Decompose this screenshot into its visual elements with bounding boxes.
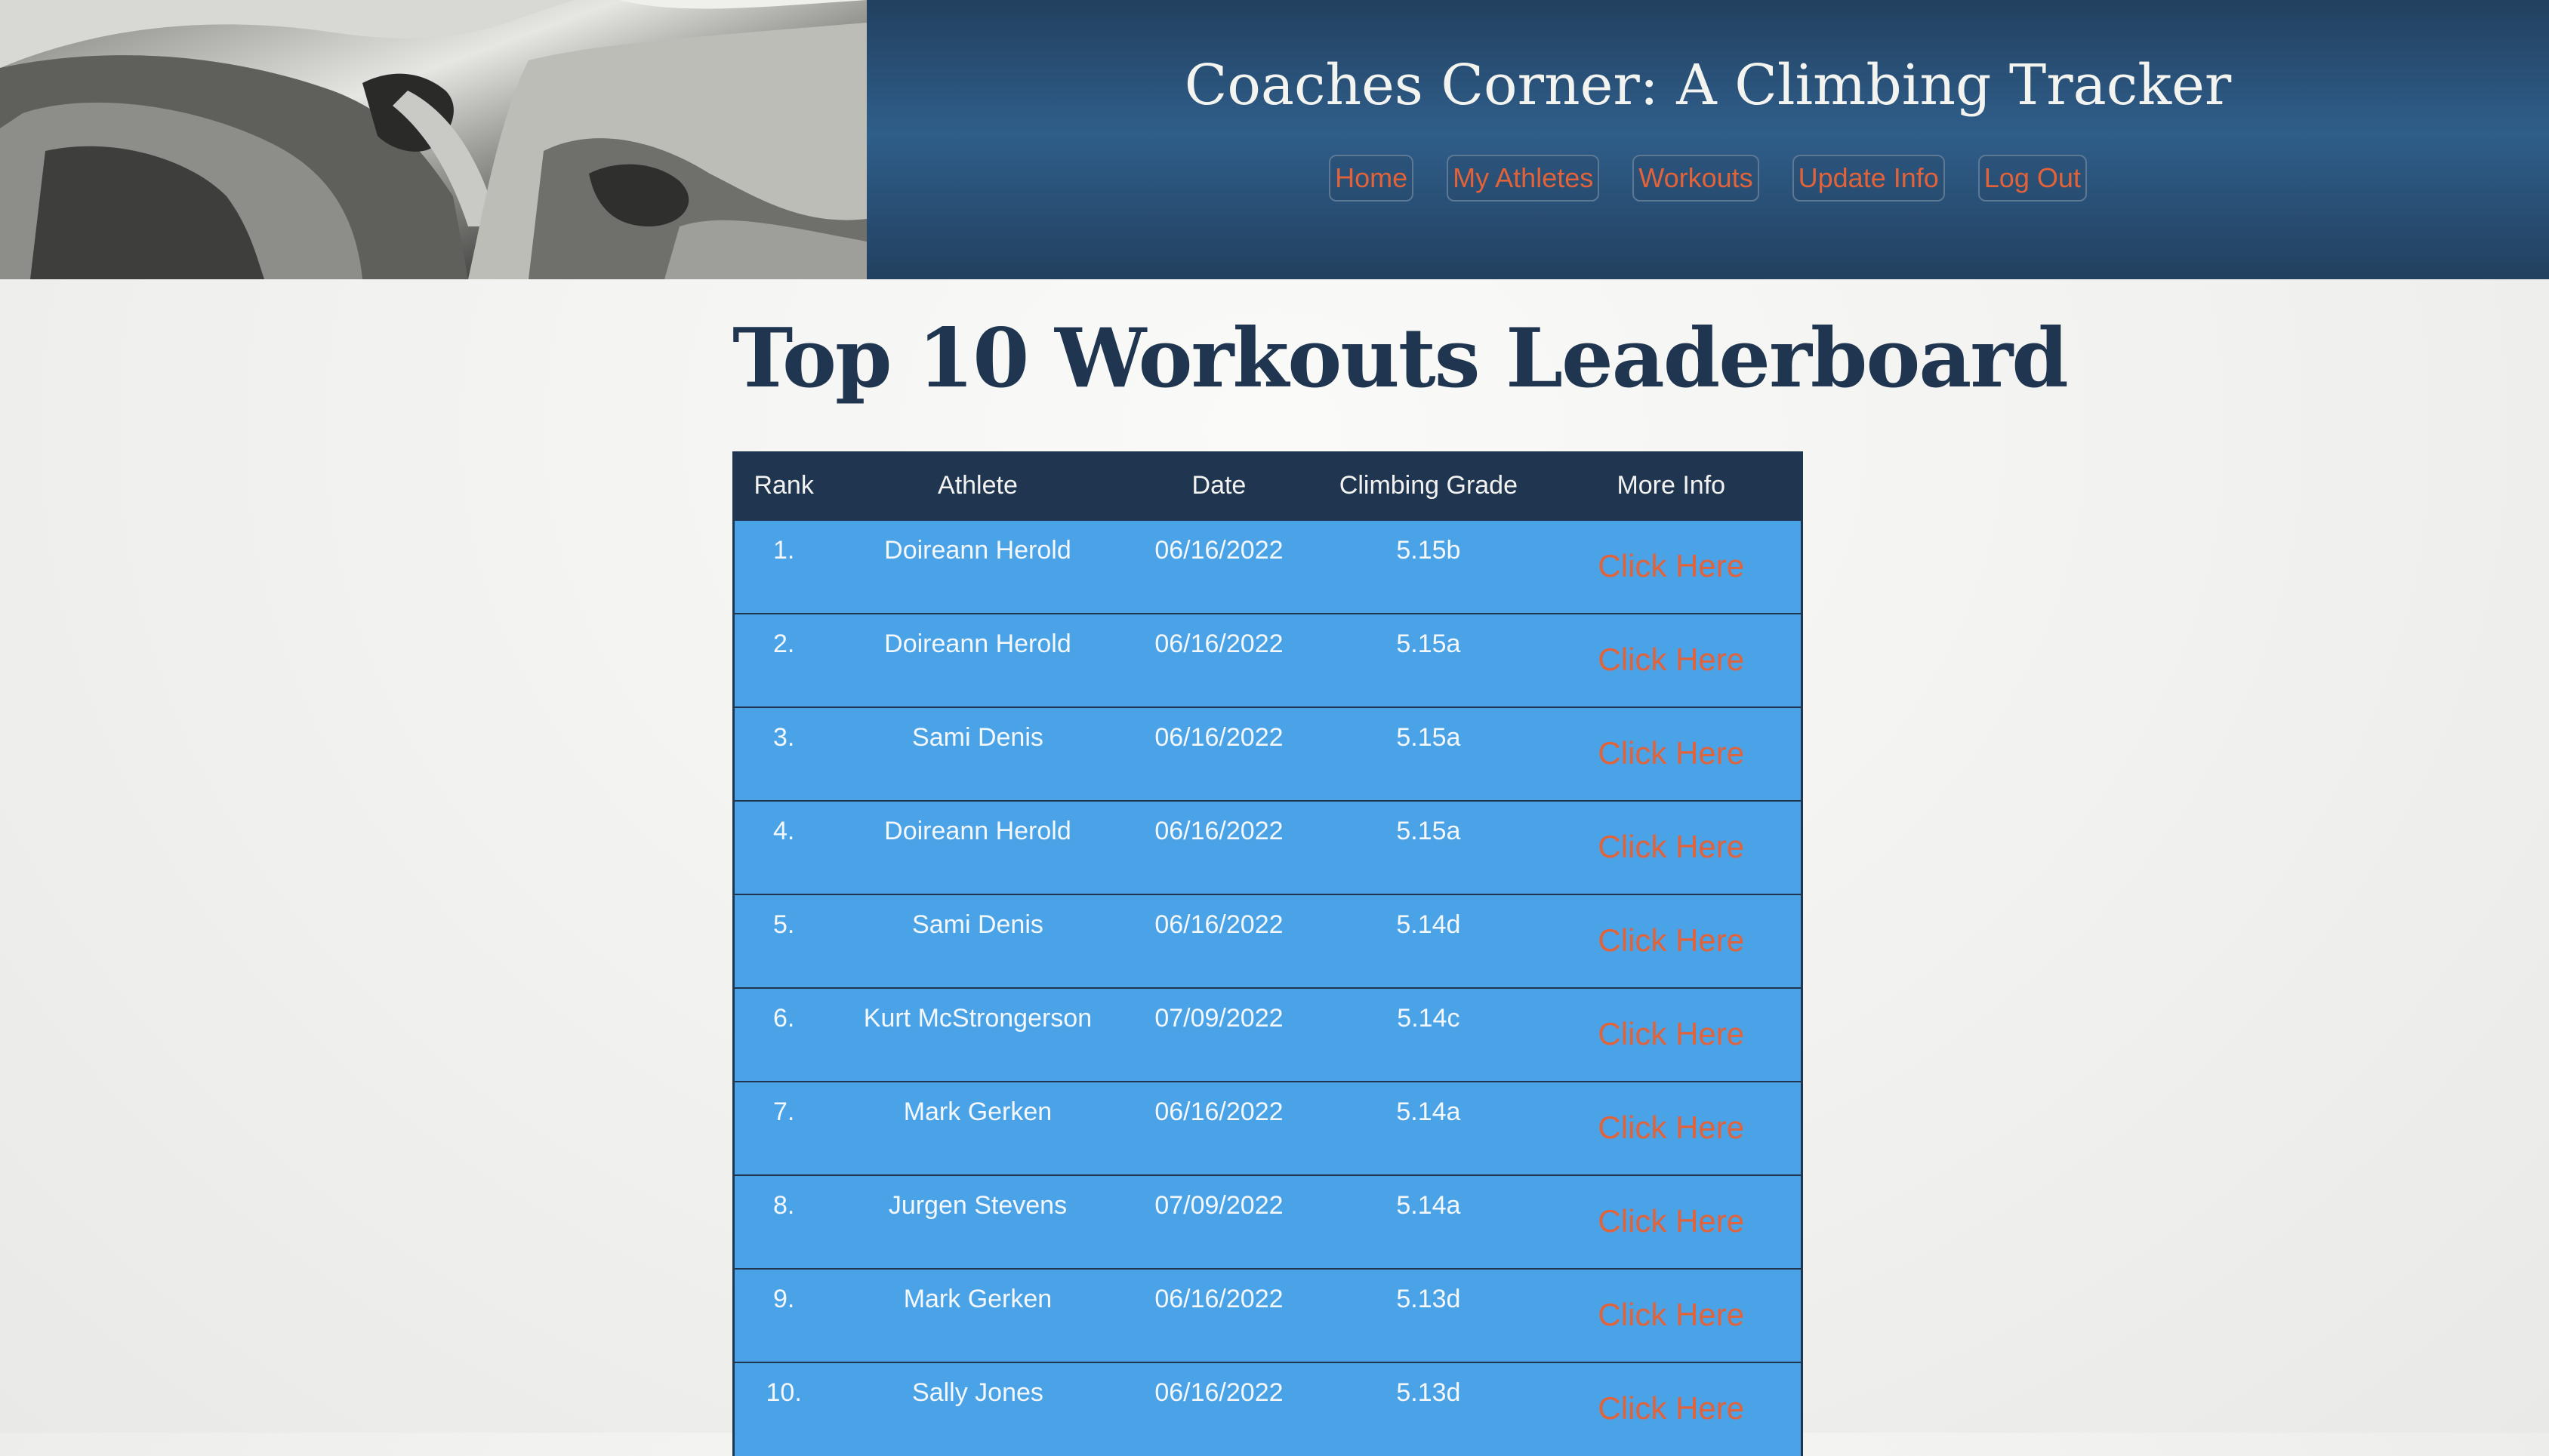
table-row: 1. Doireann Herold 06/16/2022 5.15b Click He…	[733, 519, 1802, 614]
leaderboard-table: Rank Athlete Date Climbing Grade More In…	[732, 451, 1803, 1456]
leaderboard-body: 1. Doireann Herold 06/16/2022 5.15b Click He…	[733, 519, 1802, 1456]
climbing-grade-cell: 5.15a	[1315, 613, 1542, 707]
date-cell: 07/09/2022	[1122, 1174, 1316, 1269]
date-cell: 06/16/2022	[1122, 1268, 1316, 1362]
more-info-cell: Click Here	[1541, 1081, 1802, 1175]
click-here-link[interactable]: Click Here	[1598, 1110, 1744, 1145]
more-info-cell: Click Here	[1541, 1362, 1802, 1456]
more-info-cell: Click Here	[1541, 706, 1802, 801]
click-here-link[interactable]: Click Here	[1598, 1016, 1744, 1051]
click-here-link[interactable]: Click Here	[1598, 735, 1744, 771]
climbing-grade-cell: 5.15a	[1315, 706, 1542, 801]
athlete-cell: Kurt McStrongerson	[833, 987, 1123, 1082]
climbing-grade-cell: 5.15a	[1315, 800, 1542, 894]
table-row: 4. Doireann Herold 06/16/2022 5.15a Click He…	[733, 800, 1802, 894]
date-cell: 06/16/2022	[1122, 894, 1316, 988]
table-row: 2. Doireann Herold 06/16/2022 5.15a Click He…	[733, 613, 1802, 707]
climber-photo-illustration	[0, 0, 867, 279]
table-row: 5. Sami Denis 06/16/2022 5.14d Click Here	[733, 894, 1802, 988]
click-here-link[interactable]: Click Here	[1598, 1390, 1744, 1426]
rank-cell: 10.	[733, 1362, 834, 1456]
rank-cell: 5.	[733, 894, 834, 988]
climbing-grade-cell: 5.14d	[1315, 894, 1542, 988]
climbing-grade-cell: 5.15b	[1315, 519, 1542, 614]
athlete-cell: Mark Gerken	[833, 1081, 1123, 1175]
athlete-cell: Jurgen Stevens	[833, 1174, 1123, 1269]
click-here-link[interactable]: Click Here	[1598, 922, 1744, 958]
more-info-cell: Click Here	[1541, 1268, 1802, 1362]
athlete-cell: Mark Gerken	[833, 1268, 1123, 1362]
rank-cell: 8.	[733, 1174, 834, 1269]
table-row: 7. Mark Gerken 06/16/2022 5.14a Click Here	[733, 1081, 1802, 1175]
rank-cell: 4.	[733, 800, 834, 894]
table-row: 3. Sami Denis 06/16/2022 5.15a Click Here	[733, 706, 1802, 801]
click-here-link[interactable]: Click Here	[1598, 829, 1744, 864]
rank-cell: 3.	[733, 706, 834, 801]
more-info-cell: Click Here	[1541, 987, 1802, 1082]
athlete-cell: Sami Denis	[833, 894, 1123, 988]
table-header-row: Rank Athlete Date Climbing Grade More In…	[733, 451, 1802, 520]
nav-my-athletes-button[interactable]: My Athletes	[1447, 155, 1600, 202]
site-title: Coaches Corner: A Climbing Tracker	[1184, 53, 2232, 118]
athlete-cell: Sally Jones	[833, 1362, 1123, 1456]
date-cell: 06/16/2022	[1122, 1362, 1316, 1456]
table-row: 8. Jurgen Stevens 07/09/2022 5.14a Click Her…	[733, 1174, 1802, 1269]
click-here-link[interactable]: Click Here	[1598, 1297, 1744, 1332]
nav-home-button[interactable]: Home	[1329, 155, 1414, 202]
main-nav: Home My Athletes Workouts Update Info Lo…	[867, 155, 2549, 202]
click-here-link[interactable]: Click Here	[1598, 1203, 1744, 1239]
column-header-climbing-grade: Climbing Grade	[1315, 451, 1542, 520]
climbing-grade-cell: 5.14a	[1315, 1174, 1542, 1269]
click-here-link[interactable]: Click Here	[1598, 548, 1744, 583]
rank-cell: 6.	[733, 987, 834, 1082]
hero-image	[0, 0, 867, 279]
more-info-cell: Click Here	[1541, 894, 1802, 988]
climbing-grade-cell: 5.13d	[1315, 1268, 1542, 1362]
climbing-grade-cell: 5.13d	[1315, 1362, 1542, 1456]
athlete-cell: Doireann Herold	[833, 613, 1123, 707]
date-cell: 06/16/2022	[1122, 706, 1316, 801]
table-row: 6. Kurt McStrongerson 07/09/2022 5.14c Click…	[733, 987, 1802, 1082]
more-info-cell: Click Here	[1541, 800, 1802, 894]
nav-log-out-button[interactable]: Log Out	[1977, 155, 2087, 202]
table-row: 10. Sally Jones 06/16/2022 5.13d Click Here	[733, 1362, 1802, 1456]
column-header-more-info: More Info	[1541, 451, 1802, 520]
nav-update-info-button[interactable]: Update Info	[1792, 155, 1945, 202]
date-cell: 06/16/2022	[1122, 1081, 1316, 1175]
rank-cell: 1.	[733, 519, 834, 614]
site-header: Coaches Corner: A Climbing Tracker Home …	[0, 0, 2549, 279]
table-row: 9. Mark Gerken 06/16/2022 5.13d Click Here	[733, 1268, 1802, 1362]
header-banner: Coaches Corner: A Climbing Tracker Home …	[867, 0, 2549, 279]
date-cell: 06/16/2022	[1122, 613, 1316, 707]
column-header-date: Date	[1122, 451, 1316, 520]
more-info-cell: Click Here	[1541, 613, 1802, 707]
rank-cell: 7.	[733, 1081, 834, 1175]
date-cell: 07/09/2022	[1122, 987, 1316, 1082]
nav-workouts-button[interactable]: Workouts	[1632, 155, 1759, 202]
athlete-cell: Sami Denis	[833, 706, 1123, 801]
rank-cell: 9.	[733, 1268, 834, 1362]
date-cell: 06/16/2022	[1122, 800, 1316, 894]
column-header-rank: Rank	[733, 451, 834, 520]
climbing-grade-cell: 5.14c	[1315, 987, 1542, 1082]
click-here-link[interactable]: Click Here	[1598, 642, 1744, 677]
page-title: Top 10 Workouts Leaderboard	[732, 311, 2069, 406]
athlete-cell: Doireann Herold	[833, 800, 1123, 894]
date-cell: 06/16/2022	[1122, 519, 1316, 614]
more-info-cell: Click Here	[1541, 1174, 1802, 1269]
athlete-cell: Doireann Herold	[833, 519, 1123, 614]
column-header-athlete: Athlete	[833, 451, 1123, 520]
climbing-grade-cell: 5.14a	[1315, 1081, 1542, 1175]
rank-cell: 2.	[733, 613, 834, 707]
more-info-cell: Click Here	[1541, 519, 1802, 614]
